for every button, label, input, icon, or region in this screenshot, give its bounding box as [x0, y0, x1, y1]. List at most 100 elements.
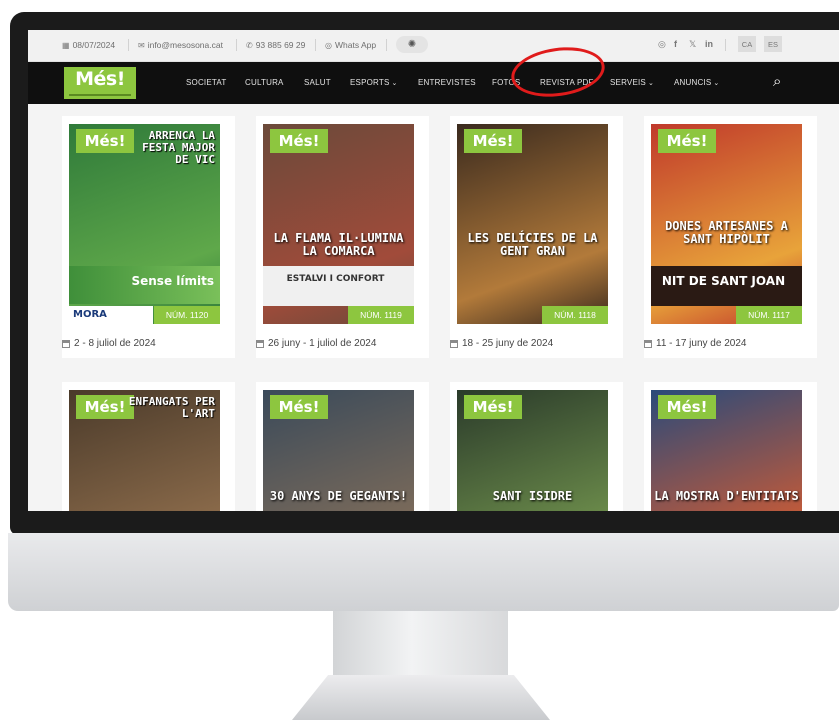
- calendar-icon: [256, 339, 264, 348]
- nav-cultura[interactable]: CULTURA: [245, 78, 284, 87]
- calendar-icon: [644, 339, 652, 348]
- issue-cover[interactable]: Més! ENFANGATS PER L'ART: [69, 390, 220, 511]
- top-info-bar: ▦ 08/07/2024 ✉ info@mesosona.cat ✆ 93 88…: [28, 30, 839, 62]
- cover-banner: Sense límits: [69, 266, 220, 304]
- monitor-stand-neck: [333, 611, 508, 683]
- nav-serveis[interactable]: SERVEIS ⌄: [610, 78, 654, 87]
- instagram-icon[interactable]: ◎: [658, 39, 666, 50]
- nav-anuncis-label: ANUNCIS: [674, 78, 712, 87]
- chevron-down-icon: ⌄: [391, 80, 398, 87]
- issue-card[interactable]: Més! LA FLAMA IL·LUMINA LA COMARCA ESTALVI…: [256, 116, 429, 358]
- cover-logo: Més!: [658, 129, 716, 153]
- whatsapp-link[interactable]: ◎ Whats App: [325, 40, 376, 50]
- logo-underline: [69, 94, 131, 96]
- issue-date-text: 11 - 17 juny de 2024: [656, 338, 747, 349]
- issue-card[interactable]: Més! LA MOSTRA D'ENTITATS: [644, 382, 817, 511]
- calendar-icon: [62, 339, 70, 348]
- issue-cover[interactable]: Més! 30 ANYS DE GEGANTS!: [263, 390, 414, 511]
- issue-cover[interactable]: Més! SANT ISIDRE: [457, 390, 608, 511]
- issue-date: 11 - 17 juny de 2024: [644, 338, 746, 349]
- screen: ▦ 08/07/2024 ✉ info@mesosona.cat ✆ 93 88…: [28, 30, 839, 511]
- nav-entrevistes[interactable]: ENTREVISTES: [418, 78, 476, 87]
- cover-logo: Més!: [464, 395, 522, 419]
- whatsapp-icon: ◎: [325, 40, 332, 50]
- issue-card[interactable]: Més! LES DELÍCIES DE LA GENT GRAN NÚM. 111…: [450, 116, 623, 358]
- issue-cover[interactable]: Més! LA MOSTRA D'ENTITATS: [651, 390, 802, 511]
- monitor-stand-base: [292, 675, 550, 720]
- logo-text: Més!: [75, 68, 125, 90]
- theme-toggle[interactable]: ✺: [396, 36, 428, 53]
- site-logo[interactable]: Més!: [64, 67, 136, 99]
- cover-banner-text: Sense límits: [131, 274, 214, 288]
- cover-banner: ESTALVI I CONFORT: [263, 266, 414, 306]
- cover-headline: DONES ARTESANES A SANT HIPÒLIT: [665, 219, 788, 246]
- email-text: info@mesosona.cat: [147, 40, 223, 50]
- issue-number-badge: NÚM. 1117: [736, 306, 802, 324]
- facebook-icon[interactable]: f: [674, 39, 677, 49]
- issue-cover[interactable]: Més! LES DELÍCIES DE LA GENT GRAN NÚM. 111…: [457, 124, 608, 324]
- cover-logo: Més!: [658, 395, 716, 419]
- issue-date-text: 26 juny - 1 juliol de 2024: [268, 338, 377, 349]
- divider: [236, 39, 237, 51]
- nav-anuncis[interactable]: ANUNCIS ⌄: [674, 78, 719, 87]
- issue-cover[interactable]: Més! DONES ARTESANES A SANT HIPÒLIT NIT DE…: [651, 124, 802, 324]
- envelope-icon: ✉: [138, 40, 145, 50]
- issue-date: 2 - 8 juliol de 2024: [62, 338, 156, 349]
- issue-date: 18 - 25 juny de 2024: [450, 338, 553, 349]
- search-icon[interactable]: ⌕: [773, 73, 781, 90]
- whatsapp-text: Whats App: [334, 40, 377, 50]
- chevron-down-icon: ⌄: [647, 80, 655, 87]
- issue-card[interactable]: Més! DONES ARTESANES A SANT HIPÒLIT NIT DE…: [644, 116, 817, 358]
- phone-text: 93 885 69 29: [255, 40, 306, 50]
- cover-logo: Més!: [76, 395, 134, 419]
- nav-revista-pdf[interactable]: REVISTA PDF: [540, 78, 594, 87]
- nav-esports-label: ESPORTS: [350, 78, 390, 87]
- issue-number-badge: NÚM. 1120: [154, 306, 220, 324]
- nav-societat[interactable]: SOCIETAT: [186, 78, 226, 87]
- cover-logo: Més!: [270, 129, 328, 153]
- issue-number-badge: NÚM. 1118: [542, 306, 608, 324]
- linkedin-icon[interactable]: in: [705, 39, 713, 49]
- lang-ca-button[interactable]: CA: [738, 36, 756, 52]
- cover-ad-text: MORA: [69, 306, 153, 324]
- nav-esports[interactable]: ESPORTS ⌄: [350, 78, 398, 87]
- issue-card[interactable]: Més! ARRENCA LA FESTA MAJOR DE VIC Sense l…: [62, 116, 235, 358]
- sun-icon: ✺: [407, 39, 417, 50]
- cover-banner-text: ESTALVI I CONFORT: [286, 274, 385, 284]
- issue-cover[interactable]: Més! LA FLAMA IL·LUMINA LA COMARCA ESTALVI…: [263, 124, 414, 324]
- issue-card[interactable]: Més! 30 ANYS DE GEGANTS!: [256, 382, 429, 511]
- phone-link[interactable]: ✆ 93 885 69 29: [246, 40, 305, 50]
- monitor-chin: [8, 533, 839, 611]
- x-twitter-icon[interactable]: 𝕏: [689, 39, 696, 50]
- issue-date-text: 2 - 8 juliol de 2024: [74, 338, 156, 349]
- chevron-down-icon: ⌄: [713, 80, 720, 87]
- cover-headline: LA FLAMA IL·LUMINA LA COMARCA: [273, 231, 404, 258]
- cover-logo: Més!: [76, 129, 134, 153]
- issue-date: 26 juny - 1 juliol de 2024: [256, 338, 376, 349]
- divider: [128, 39, 129, 51]
- nav-serveis-label: SERVEIS: [610, 78, 646, 87]
- issue-cover[interactable]: Més! ARRENCA LA FESTA MAJOR DE VIC Sense l…: [69, 124, 220, 324]
- issue-date-text: 18 - 25 juny de 2024: [462, 338, 554, 349]
- issue-card[interactable]: Més! ENFANGATS PER L'ART: [62, 382, 235, 511]
- cover-logo: Més!: [270, 395, 328, 419]
- cover-headline: 30 ANYS DE GEGANTS!: [269, 489, 408, 503]
- cover-headline: LES DELÍCIES DE LA GENT GRAN: [467, 231, 598, 258]
- cover-headline: SANT ISIDRE: [492, 489, 573, 503]
- nav-fotos[interactable]: FOTOS: [492, 78, 520, 87]
- lang-es-button[interactable]: ES: [764, 36, 782, 52]
- divider: [315, 39, 316, 51]
- monitor: ▦ 08/07/2024 ✉ info@mesosona.cat ✆ 93 88…: [0, 0, 839, 720]
- divider: [386, 39, 387, 51]
- main-navigation: Més! SOCIETAT CULTURA SALUT ESPORTS ⌄ ENT…: [28, 62, 839, 104]
- date-item: ▦ 08/07/2024: [62, 40, 115, 50]
- cover-headline: LA MOSTRA D'ENTITATS: [654, 489, 799, 503]
- current-date: 08/07/2024: [72, 40, 116, 50]
- nav-salut[interactable]: SALUT: [304, 78, 331, 87]
- issue-card[interactable]: Més! SANT ISIDRE: [450, 382, 623, 511]
- cover-banner-text: NIT DE SANT JOAN: [661, 274, 786, 288]
- divider: [725, 39, 726, 51]
- email-link[interactable]: ✉ info@mesosona.cat: [138, 40, 223, 50]
- issue-number-badge: NÚM. 1119: [348, 306, 414, 324]
- phone-icon: ✆: [246, 40, 253, 50]
